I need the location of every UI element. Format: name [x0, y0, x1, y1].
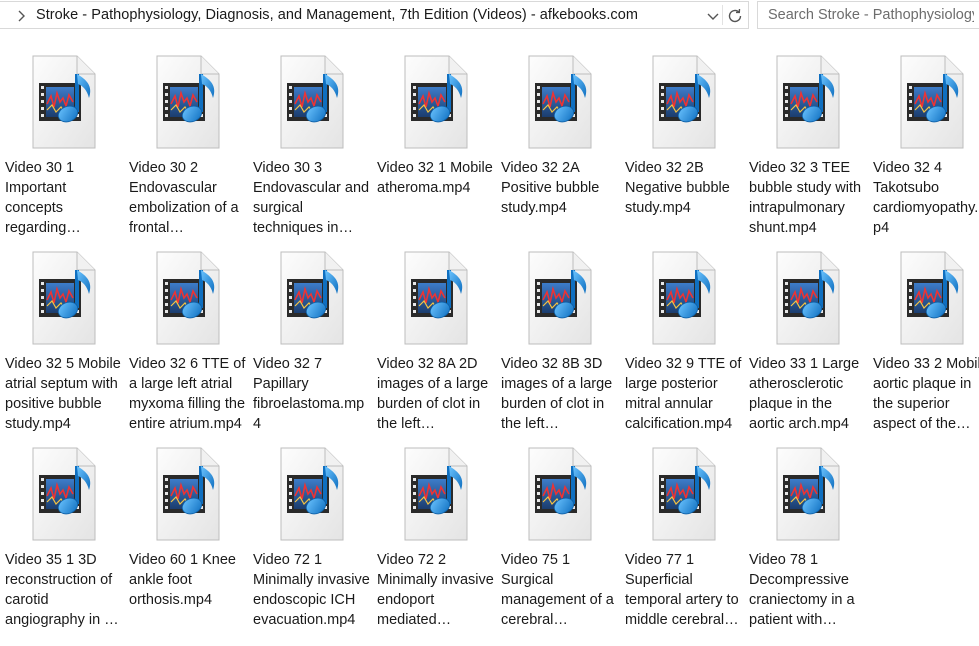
video-file-icon — [156, 251, 220, 345]
video-file-icon — [900, 251, 964, 345]
video-file-icon — [776, 251, 840, 345]
file-name[interactable]: Video 33 2 Mobile aortic plaque in the s… — [873, 354, 979, 434]
file-name[interactable]: Video 72 2 Minimally invasive endoport m… — [377, 550, 495, 630]
file-name[interactable]: Video 32 1 Mobile atheroma.mp4 — [377, 158, 495, 198]
file-name[interactable]: Video 32 9 TTE of large posterior mitral… — [625, 354, 743, 434]
file-name[interactable]: Video 35 1 3D reconstruction of carotid … — [5, 550, 123, 630]
video-file-icon — [776, 55, 840, 149]
video-file-icon — [404, 447, 468, 541]
video-file-icon — [32, 251, 96, 345]
file-name[interactable]: Video 32 5 Mobile atrial septum with pos… — [5, 354, 123, 434]
video-file-icon — [404, 55, 468, 149]
file-name[interactable]: Video 30 1 Important concepts regarding … — [5, 158, 123, 238]
file-name[interactable]: Video 33 1 Large atherosclerotic plaque … — [749, 354, 867, 434]
video-file-icon — [528, 251, 592, 345]
video-file-icon — [32, 447, 96, 541]
search-box[interactable]: Search Stroke - Pathophysiology, Diagnos… — [757, 1, 979, 29]
file-name[interactable]: Video 60 1 Knee ankle foot orthosis.mp4 — [129, 550, 247, 610]
video-file-icon — [900, 55, 964, 149]
video-file-icon — [280, 447, 344, 541]
address-bar[interactable]: Stroke - Pathophysiology, Diagnosis, and… — [0, 1, 749, 29]
file-name[interactable]: Video 32 6 TTE of a large left atrial my… — [129, 354, 247, 434]
file-name[interactable]: Video 30 3 Endovascular and surgical tec… — [253, 158, 371, 238]
file-name[interactable]: Video 32 3 TEE bubble study with intrapu… — [749, 158, 867, 238]
file-name[interactable]: Video 72 1 Minimally invasive endoscopic… — [253, 550, 371, 630]
video-file-icon — [528, 447, 592, 541]
address-path[interactable]: Stroke - Pathophysiology, Diagnosis, and… — [36, 7, 638, 23]
navigation-bar: Stroke - Pathophysiology, Diagnosis, and… — [0, 0, 979, 31]
file-name[interactable]: Video 32 7 Papillary fibroelastoma.mp4 — [253, 354, 371, 434]
video-file-icon — [776, 447, 840, 541]
file-name[interactable]: Video 32 8A 2D images of a large burden … — [377, 354, 495, 434]
video-file-icon — [156, 447, 220, 541]
search-placeholder[interactable]: Search Stroke - Pathophysiology, Diagnos… — [768, 7, 974, 23]
file-name[interactable]: Video 32 8B 3D images of a large burden … — [501, 354, 619, 434]
video-file-icon — [280, 251, 344, 345]
video-file-icon — [528, 55, 592, 149]
chevron-down-icon[interactable] — [705, 8, 721, 24]
file-name[interactable]: Video 32 2B Negative bubble study.mp4 — [625, 158, 743, 218]
file-name[interactable]: Video 30 2 Endovascular embolization of … — [129, 158, 247, 238]
video-file-icon — [652, 251, 716, 345]
video-file-icon — [156, 55, 220, 149]
video-file-icon — [652, 55, 716, 149]
file-name[interactable]: Video 75 1 Surgical management of a cere… — [501, 550, 619, 630]
address-separator — [722, 5, 723, 25]
chevron-right-icon[interactable] — [16, 9, 28, 23]
file-name[interactable]: Video 78 1 Decompressive craniectomy in … — [749, 550, 867, 630]
file-name[interactable]: Video 77 1 Superficial temporal artery t… — [625, 550, 743, 630]
file-name[interactable]: Video 32 4 Takotsubo cardiomyopathy.mp4 — [873, 158, 979, 238]
video-file-icon — [404, 251, 468, 345]
video-file-icon — [280, 55, 344, 149]
file-name[interactable]: Video 32 2A Positive bubble study.mp4 — [501, 158, 619, 218]
video-file-icon — [652, 447, 716, 541]
video-file-icon — [32, 55, 96, 149]
refresh-icon[interactable] — [726, 7, 744, 25]
